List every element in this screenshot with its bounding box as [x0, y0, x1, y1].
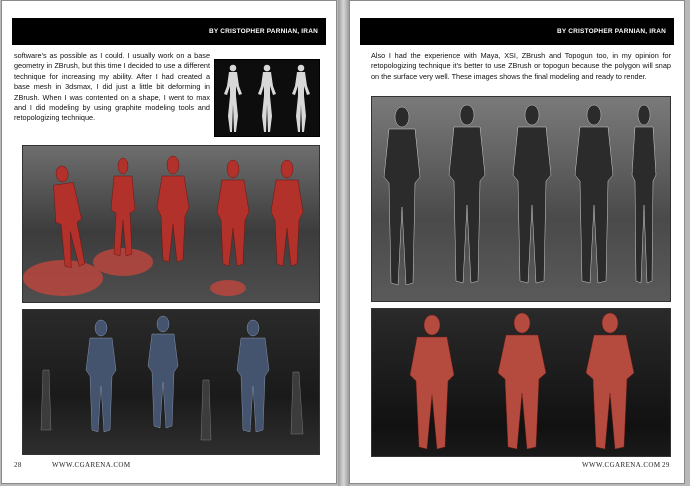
final-model-wire-renders: [371, 96, 671, 302]
left-header-text: BY CRISTOPHER PARNIAN, IRAN: [208, 28, 318, 35]
right-page-header: BY CRISTOPHER PARNIAN, IRAN: [360, 18, 674, 45]
right-website: WWW.CGARENA.COM: [582, 461, 661, 469]
left-page-number: 28: [14, 461, 22, 469]
left-page-header: BY CRISTOPHER PARNIAN, IRAN: [12, 18, 326, 45]
right-page-number: 29: [662, 461, 670, 469]
final-model-red-renders: [371, 308, 671, 457]
right-body-text: Also I had the experience with Maya, XSI…: [371, 51, 671, 81]
right-page: BY CRISTOPHER PARNIAN, IRAN Also I had t…: [349, 0, 685, 484]
red-clay-renders: [22, 145, 320, 303]
left-body-text: software's as possible as I could. I usu…: [14, 51, 210, 123]
left-page: BY CRISTOPHER PARNIAN, IRAN software's a…: [1, 0, 337, 484]
blue-wireframe-renders: [22, 309, 320, 455]
book-spine: [338, 0, 349, 486]
right-header-text: BY CRISTOPHER PARNIAN, IRAN: [556, 28, 666, 35]
left-website: WWW.CGARENA.COM: [52, 461, 131, 469]
base-mesh-render: [214, 59, 320, 137]
